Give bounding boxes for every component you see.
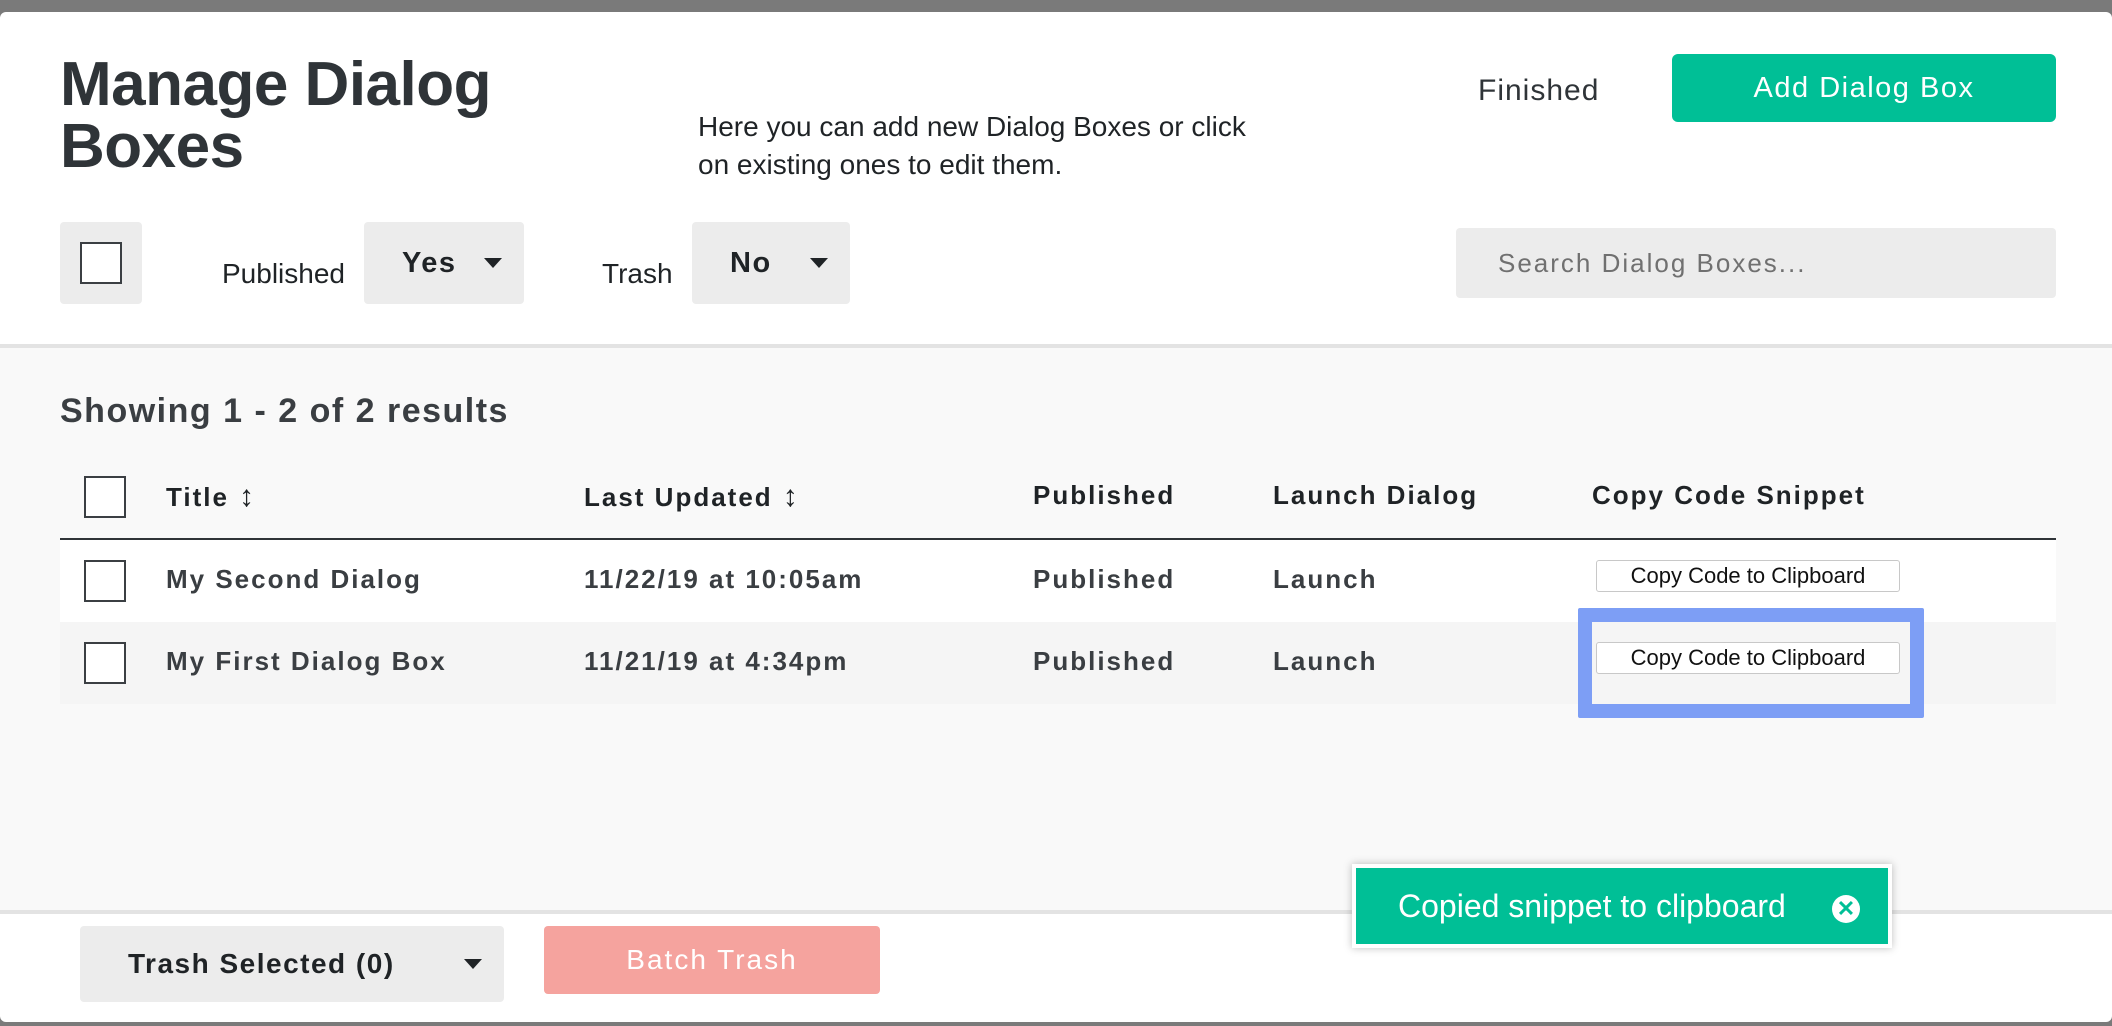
trash-filter-dropdown[interactable]: No	[692, 222, 850, 304]
row-published-status: Published	[1033, 646, 1176, 676]
column-title-label: Title	[166, 481, 229, 512]
copy-code-button[interactable]: Copy Code to Clipboard	[1596, 560, 1900, 592]
column-last-updated-label: Last Updated	[584, 481, 773, 512]
sort-icon[interactable]: ↕	[239, 480, 256, 514]
published-filter-dropdown[interactable]: Yes	[364, 222, 524, 304]
copy-code-button[interactable]: Copy Code to Clipboard	[1596, 642, 1900, 674]
results-panel: Showing 1 - 2 of 2 results Title ↕ Last …	[0, 344, 2112, 914]
intro-text: Here you can add new Dialog Boxes or cli…	[698, 111, 1246, 180]
page-title: Manage Dialog Boxes	[60, 50, 492, 181]
row-title[interactable]: My Second Dialog	[166, 564, 422, 595]
launch-link[interactable]: Launch	[1273, 646, 1377, 677]
published-filter-value: Yes	[402, 246, 457, 279]
trash-selected-label: Trash Selected (0)	[128, 948, 395, 979]
trash-filter-value: No	[730, 246, 772, 279]
table-row[interactable]: My Second Dialog 11/22/19 at 10:05am Pub…	[60, 540, 2056, 622]
caret-down-icon	[810, 258, 828, 268]
finished-button[interactable]: Finished	[1478, 74, 1599, 108]
search-input[interactable]	[1456, 228, 2056, 298]
row-checkbox[interactable]	[84, 560, 126, 602]
row-title[interactable]: My First Dialog Box	[166, 646, 447, 677]
row-published-status: Published	[1033, 564, 1176, 594]
row-last-updated: 11/21/19 at 4:34pm	[584, 646, 849, 676]
row-checkbox[interactable]	[84, 642, 126, 684]
column-last-updated[interactable]: Last Updated ↕	[584, 480, 800, 514]
caret-down-icon	[464, 959, 482, 969]
toast-notification: Copied snippet to clipboard ✕	[1352, 864, 1892, 948]
column-launch-dialog: Launch Dialog	[1273, 480, 1479, 510]
checkbox-box	[80, 242, 122, 284]
dialogs-table: Title ↕ Last Updated ↕ Published Launch …	[60, 456, 2056, 718]
header-checkbox[interactable]	[84, 476, 126, 518]
column-copy-code-snippet: Copy Code Snippet	[1592, 480, 1866, 510]
trash-selected-dropdown[interactable]: Trash Selected (0)	[80, 926, 504, 1002]
table-row[interactable]: My First Dialog Box 11/21/19 at 4:34pm P…	[60, 608, 2056, 718]
trash-filter-label: Trash	[602, 258, 673, 289]
select-all-checkbox[interactable]	[60, 222, 142, 304]
published-filter-label: Published	[222, 258, 345, 289]
add-dialog-box-button[interactable]: Add Dialog Box	[1672, 54, 2056, 122]
column-published: Published	[1033, 480, 1176, 510]
toast-message: Copied snippet to clipboard	[1398, 887, 1786, 924]
manage-dialogs-modal: Manage Dialog Boxes Here you can add new…	[0, 12, 2112, 1022]
results-count: Showing 1 - 2 of 2 results	[60, 392, 509, 430]
close-icon[interactable]: ✕	[1832, 895, 1860, 923]
launch-link[interactable]: Launch	[1273, 564, 1377, 595]
batch-trash-button[interactable]: Batch Trash	[544, 926, 880, 994]
column-title[interactable]: Title ↕	[166, 480, 256, 514]
caret-down-icon	[484, 258, 502, 268]
table-header: Title ↕ Last Updated ↕ Published Launch …	[60, 456, 2056, 540]
row-last-updated: 11/22/19 at 10:05am	[584, 564, 864, 594]
sort-icon[interactable]: ↕	[783, 480, 800, 514]
